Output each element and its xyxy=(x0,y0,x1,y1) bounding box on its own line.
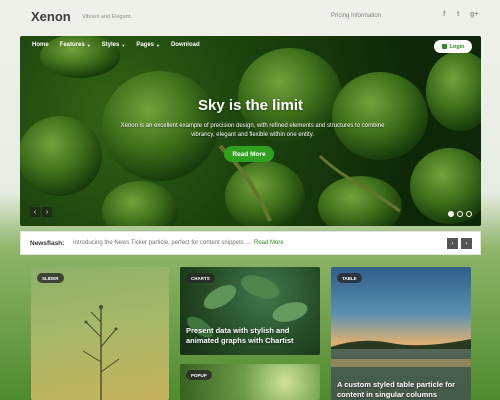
ticker-next-button[interactable]: › xyxy=(461,238,472,249)
facebook-icon[interactable]: f xyxy=(443,11,445,18)
plant-image xyxy=(82,305,120,400)
card-title: Present data with stylish and animated g… xyxy=(186,326,294,345)
card-title: A custom styled table particle for conte… xyxy=(337,380,456,399)
card-badge: TABLE xyxy=(337,273,362,283)
nav-item-features[interactable]: Features ▼ xyxy=(60,42,91,48)
slider-dot[interactable] xyxy=(457,211,463,217)
hero-read-more-button[interactable]: Read More xyxy=(224,146,274,162)
charts-card[interactable]: CHARTS Present data with stylish and ani… xyxy=(180,267,320,355)
nav-item-styles[interactable]: Styles ▼ xyxy=(102,42,126,48)
newsflash-label: Newsflash: xyxy=(30,240,65,247)
ticker-prev-button[interactable]: ‹ xyxy=(447,238,458,249)
chevron-down-icon: ▼ xyxy=(156,42,160,48)
nav-label: Features xyxy=(59,42,85,48)
hero-slider: Home Features ▼ Styles ▼ Pages ▼ Download L… xyxy=(20,36,481,226)
newsflash-read-more-link[interactable]: Read More xyxy=(254,240,284,246)
nav-label: Download xyxy=(170,42,200,48)
nav-label: Home xyxy=(32,42,49,48)
nav-item-pages[interactable]: Pages ▼ xyxy=(136,42,160,48)
newsflash-text: Introducing the News Ticker particle, pe… xyxy=(73,240,251,246)
login-button[interactable]: Login xyxy=(434,40,472,53)
site-tagline: Vibrant and Elegant. xyxy=(82,14,132,20)
card-badge: CHARTS xyxy=(186,273,215,283)
nav-item-home[interactable]: Home xyxy=(32,42,49,48)
slider-dot[interactable] xyxy=(448,211,454,217)
hero-title: Sky is the limit xyxy=(197,97,304,114)
lock-icon xyxy=(441,44,447,49)
chevron-down-icon: ▼ xyxy=(121,42,126,48)
card-badge: POPUP xyxy=(186,370,212,380)
popup-card[interactable]: POPUP xyxy=(180,364,320,400)
top-bar: Xenon Vibrant and Elegant. Pricing Infor… xyxy=(0,0,500,36)
slider-pagination xyxy=(448,211,472,217)
nav-label: Styles xyxy=(101,42,120,48)
slider-dot[interactable] xyxy=(466,211,472,217)
hero-description: Xenon is an excellent example of precisi… xyxy=(120,123,385,138)
slider-prev-button[interactable]: ‹ xyxy=(30,207,40,217)
card-badge: SLIDER xyxy=(37,273,64,283)
login-label: Login xyxy=(449,43,465,50)
twitter-icon[interactable]: t xyxy=(457,11,459,18)
table-card[interactable]: TABLE A custom styled table particle for… xyxy=(331,267,471,400)
pricing-link[interactable]: Pricing Information xyxy=(331,13,381,19)
slider-card[interactable]: SLIDER xyxy=(31,267,169,400)
chevron-down-icon: ▼ xyxy=(86,42,91,48)
slider-next-button[interactable]: › xyxy=(42,207,52,217)
nav-item-download[interactable]: Download xyxy=(171,42,200,48)
news-ticker: Newsflash: Introducing the News Ticker p… xyxy=(20,231,481,255)
google-plus-icon[interactable]: g+ xyxy=(470,11,478,18)
main-nav: Home Features ▼ Styles ▼ Pages ▼ Download xyxy=(32,42,200,48)
nav-label: Pages xyxy=(136,42,154,48)
site-logo[interactable]: Xenon xyxy=(31,9,71,24)
